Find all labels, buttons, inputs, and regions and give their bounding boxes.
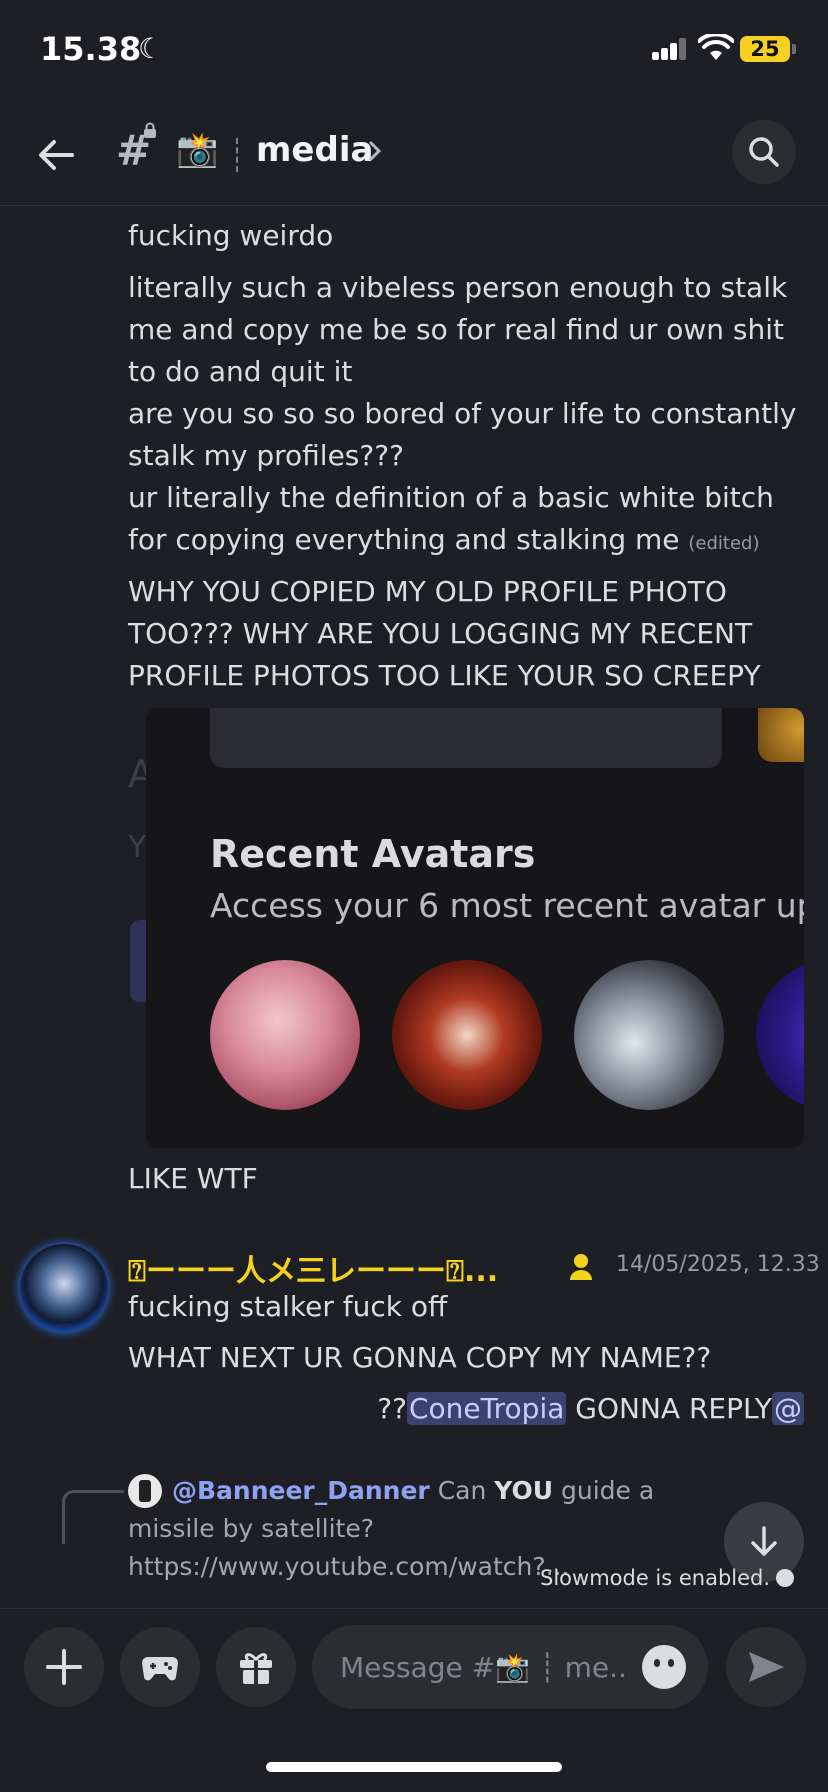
search-button[interactable] (732, 120, 796, 184)
message-text: WHY YOU COPIED MY OLD PROFILE PHOTO TOO?… (128, 575, 761, 692)
gift-icon (240, 1653, 272, 1684)
activities-button[interactable] (120, 1627, 200, 1707)
message-text: ur literally the definition of a basic w… (128, 477, 808, 565)
message-text: fucking stalker fuck off (128, 1290, 448, 1323)
recent-avatars-title: Recent Avatars (210, 832, 536, 876)
lock-icon (144, 122, 156, 138)
message-text: fucking weirdo (128, 219, 334, 252)
send-arrow-icon (749, 1652, 784, 1682)
plus-icon (46, 1649, 82, 1685)
screenshot-thumbnail (758, 708, 804, 762)
mention-at[interactable]: @ (772, 1392, 804, 1425)
wifi-icon (698, 34, 734, 60)
message-input[interactable] (340, 1647, 630, 1687)
moon-icon: ☾ (138, 32, 164, 65)
clock-icon (776, 1569, 794, 1587)
reply-text: Can (429, 1476, 495, 1505)
message-input-wrapper (312, 1625, 708, 1709)
background-letter: Y (128, 830, 147, 865)
message-text: LIKE WTF (128, 1162, 258, 1195)
emoji-button[interactable] (642, 1645, 686, 1689)
arrow-down-icon (751, 1526, 777, 1556)
battery-indicator: 25 (740, 36, 790, 62)
person-icon[interactable] (568, 1252, 594, 1282)
home-indicator (266, 1762, 562, 1772)
screenshot-panel (210, 708, 722, 768)
message-text: are you so so so bored of your life to c… (128, 397, 797, 472)
username[interactable]: ⍰ーーー人メ三レーーー⍰... (128, 1246, 498, 1290)
camera-flash-emoji: 📸 (176, 130, 219, 170)
message-text: ??ConeTropia GONNA REPLY@ (377, 1388, 804, 1430)
battery-tip (792, 44, 796, 54)
avatar-thumbnail (574, 960, 724, 1110)
message-content: ur literally the definition of a basic w… (128, 481, 774, 556)
search-icon (749, 137, 779, 167)
message-prefix: ?? (377, 1392, 407, 1425)
status-bar: 15.38 ☾ 25 (0, 0, 828, 100)
avatar-thumbnail (756, 960, 804, 1110)
status-time: 15.38 (40, 30, 142, 68)
gift-button[interactable] (216, 1627, 296, 1707)
reply-connector (62, 1490, 124, 1544)
reply-username[interactable]: @Banneer_Danner (172, 1476, 430, 1505)
slowmode-notice: Slowmode is enabled. (540, 1566, 771, 1590)
gamepad-icon (142, 1657, 178, 1681)
reply-text-strong: YOU (494, 1476, 554, 1505)
message-text: WHAT NEXT UR GONNA COPY MY NAME?? (128, 1341, 712, 1374)
message-timestamp: 14/05/2025, 12.33 (616, 1252, 820, 1277)
channel-name[interactable]: media (256, 130, 373, 170)
channel-header: # 📸 media (0, 100, 828, 206)
message-content: GONNA REPLY (566, 1392, 772, 1425)
user-avatar[interactable] (20, 1244, 108, 1332)
user-mention[interactable]: ConeTropia (407, 1392, 567, 1425)
attached-screenshot[interactable]: Recent Avatars Access your 6 most recent… (146, 708, 804, 1148)
avatar-thumbnail (210, 960, 360, 1110)
add-attachment-button[interactable] (24, 1627, 104, 1707)
edited-label: (edited) (688, 533, 760, 554)
chevron-right-icon[interactable] (366, 140, 384, 162)
back-arrow-icon[interactable] (32, 130, 82, 180)
recent-avatars-subtitle: Access your 6 most recent avatar upl (210, 886, 804, 925)
cellular-signal-icon (652, 38, 688, 60)
send-button[interactable] (726, 1627, 806, 1707)
message-text: literally such a vibeless person enough … (128, 271, 788, 388)
channel-separator (236, 138, 238, 172)
avatar-thumbnail (392, 960, 542, 1110)
